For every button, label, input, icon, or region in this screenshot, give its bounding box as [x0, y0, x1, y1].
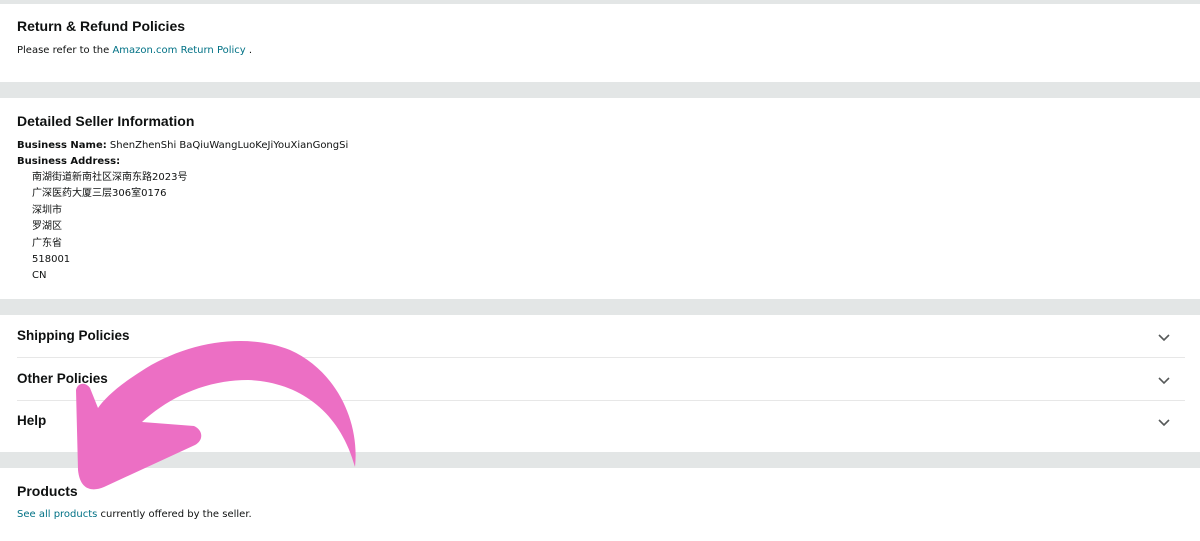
address-line: 广东省 — [32, 237, 62, 249]
business-address-label: Business Address: — [17, 156, 121, 167]
amazon-return-policy-link[interactable]: Amazon.com Return Policy — [112, 45, 245, 56]
section-separator — [0, 299, 1200, 315]
products-text: See all products currently offered by th… — [17, 508, 1184, 521]
section-separator-top — [0, 0, 1200, 4]
address-line: 罗湖区 — [32, 221, 62, 233]
chevron-down-icon — [1158, 419, 1170, 427]
section-separator — [0, 82, 1200, 98]
accordion-divider — [17, 357, 1185, 358]
see-all-products-link[interactable]: See all products — [17, 509, 97, 520]
business-address-row: Business Address: — [17, 155, 1184, 168]
accordion-other-policies[interactable]: Other Policies — [17, 359, 1185, 401]
return-policy-heading: Return & Refund Policies — [17, 18, 186, 34]
business-name-label: Business Name: — [17, 140, 107, 151]
products-section: Products See all products currently offe… — [17, 482, 1184, 521]
seller-info-heading: Detailed Seller Information — [17, 113, 195, 129]
business-name-row: Business Name: ShenZhenShi BaQiuWangLuoK… — [17, 139, 1184, 152]
return-policy-text: Please refer to the Amazon.com Return Po… — [17, 44, 1184, 57]
seller-info-section: Detailed Seller Information Business Nam… — [17, 112, 1184, 168]
return-policy-prefix: Please refer to the — [17, 45, 113, 56]
address-line: 南湖街道新南社区深南东路2023号 — [32, 172, 188, 183]
business-address: 南湖街道新南社区深南东路2023号 广深医药大厦三层306室0176 深圳市 罗… — [32, 170, 187, 285]
accordion-label: Help — [17, 413, 47, 428]
address-line: CN — [32, 270, 47, 282]
accordion-shipping-policies[interactable]: Shipping Policies — [17, 316, 1185, 358]
address-line: 深圳市 — [32, 204, 62, 216]
business-name-value: ShenZhenShi BaQiuWangLuoKeJiYouXianGongS… — [106, 140, 349, 151]
return-policy-suffix: . — [245, 45, 253, 56]
address-line: 518001 — [32, 253, 71, 265]
chevron-down-icon — [1158, 377, 1170, 385]
products-heading: Products — [17, 483, 78, 499]
accordion-label: Other Policies — [17, 371, 108, 386]
chevron-down-icon — [1158, 334, 1170, 342]
products-suffix: currently offered by the seller. — [97, 509, 252, 520]
return-policy-section: Return & Refund Policies Please refer to… — [17, 17, 1184, 57]
address-line: 广深医药大厦三层306室0176 — [32, 188, 167, 200]
section-separator — [0, 452, 1200, 468]
accordion-help[interactable]: Help — [17, 401, 1185, 443]
accordion-label: Shipping Policies — [17, 328, 130, 343]
